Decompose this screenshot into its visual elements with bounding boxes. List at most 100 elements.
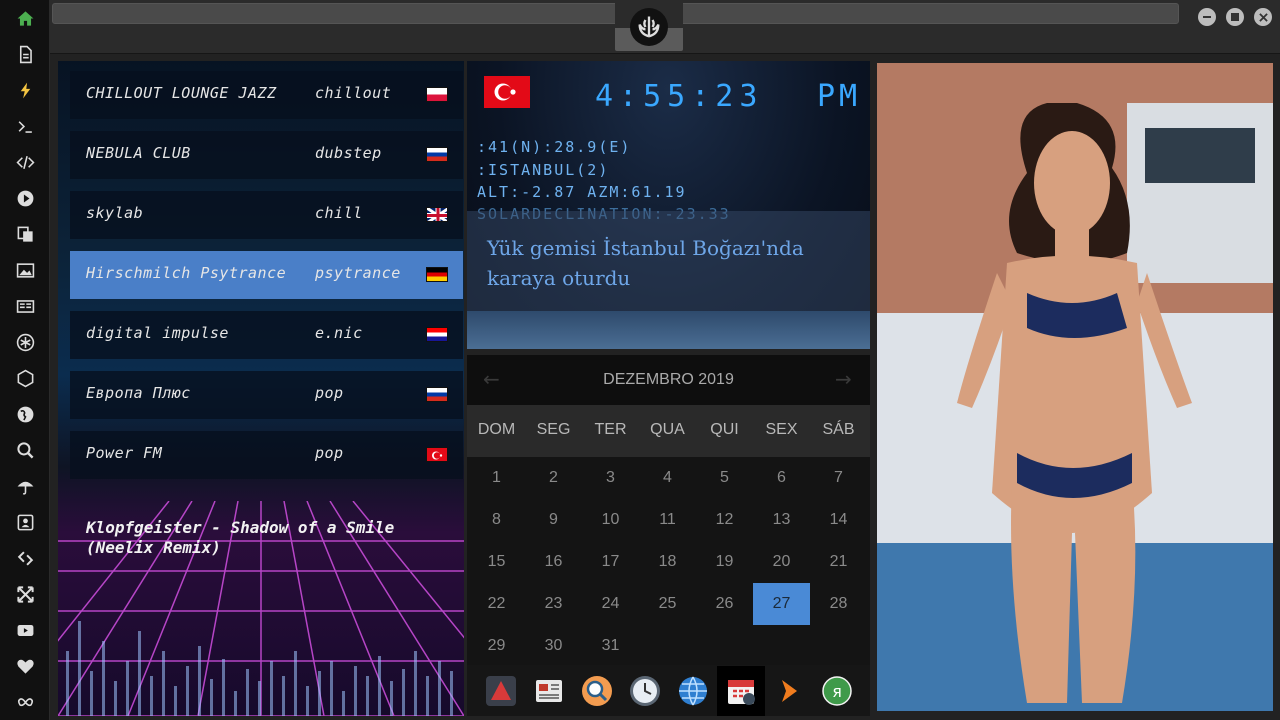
news-card[interactable]: Yük gemisi İstanbul Boğazı'nda karaya ot… bbox=[467, 211, 870, 311]
triangle-app-icon[interactable] bbox=[481, 671, 521, 711]
calendar-weekdays: DOM SEG TER QUA QUI SEX SÁB bbox=[467, 405, 870, 457]
calendar-day[interactable]: 17 bbox=[582, 541, 639, 583]
station-row[interactable]: Power FM pop bbox=[70, 431, 463, 479]
station-row[interactable]: Европа Плюс pop bbox=[70, 371, 463, 419]
calendar-day[interactable]: 29 bbox=[468, 625, 525, 667]
croatia-flag-icon bbox=[426, 327, 448, 342]
minimize-button[interactable] bbox=[1198, 8, 1216, 26]
maximize-button[interactable] bbox=[1226, 8, 1244, 26]
calendar-day[interactable]: 23 bbox=[525, 583, 582, 625]
yandex-icon[interactable]: я bbox=[817, 671, 857, 711]
calendar-day[interactable]: 3 bbox=[582, 457, 639, 499]
calendar-next-button[interactable]: → bbox=[835, 367, 852, 391]
sun-altitude-text: ALT:-2.87 AZM:61.19 bbox=[477, 183, 687, 201]
link-icon[interactable] bbox=[13, 546, 37, 570]
calendar-day[interactable]: 20 bbox=[753, 541, 810, 583]
calendar-day[interactable]: 15 bbox=[468, 541, 525, 583]
station-name: digital impulse bbox=[86, 324, 229, 342]
calendar-day[interactable]: 11 bbox=[639, 499, 696, 541]
document-icon[interactable] bbox=[13, 42, 37, 66]
translate-icon[interactable] bbox=[13, 222, 37, 246]
search-app-icon[interactable] bbox=[577, 671, 617, 711]
calendar-day[interactable]: 13 bbox=[753, 499, 810, 541]
close-button[interactable] bbox=[1254, 8, 1272, 26]
news-reader-icon[interactable] bbox=[529, 671, 569, 711]
app-dock: я bbox=[467, 665, 870, 716]
calendar-month-title: DEZEMBRO 2019 bbox=[603, 371, 734, 388]
turkey-flag-icon bbox=[484, 76, 530, 108]
calendar-day[interactable]: 19 bbox=[696, 541, 753, 583]
wallpaper-photo bbox=[877, 63, 1273, 711]
rebel-emblem-icon[interactable] bbox=[13, 330, 37, 354]
expand-icon[interactable] bbox=[13, 582, 37, 606]
heart-icon[interactable] bbox=[13, 654, 37, 678]
weekday-label: QUA bbox=[650, 421, 685, 438]
search-icon[interactable] bbox=[13, 438, 37, 462]
clock-app-icon[interactable] bbox=[625, 671, 665, 711]
calendar-app-icon[interactable] bbox=[717, 666, 765, 716]
station-row[interactable]: skylab chill bbox=[70, 191, 463, 239]
bolt-icon[interactable] bbox=[13, 78, 37, 102]
terminal-icon[interactable] bbox=[13, 114, 37, 138]
code-icon[interactable] bbox=[13, 150, 37, 174]
globe-icon[interactable] bbox=[13, 402, 37, 426]
poland-flag-icon bbox=[426, 87, 448, 102]
news-icon[interactable] bbox=[13, 294, 37, 318]
hexagon-icon[interactable] bbox=[13, 366, 37, 390]
calendar-day[interactable]: 8 bbox=[468, 499, 525, 541]
home-icon[interactable] bbox=[13, 6, 37, 30]
calendar-day[interactable]: 12 bbox=[696, 499, 753, 541]
station-row-active[interactable]: Hirschmilch Psytrance psytrance bbox=[70, 251, 463, 299]
now-playing-title: Klopfgeister - Shadow of a Smile (Neelix… bbox=[86, 518, 395, 557]
calendar-day[interactable]: 4 bbox=[639, 457, 696, 499]
calendar-day[interactable]: 6 bbox=[753, 457, 810, 499]
news-headline[interactable]: Yük gemisi İstanbul Boğazı'nda karaya ot… bbox=[487, 233, 857, 293]
desktop: CHILLOUT LOUNGE JAZZ chillout NEBULA CLU… bbox=[0, 0, 1280, 720]
top-bar bbox=[50, 0, 1280, 54]
contacts-icon[interactable] bbox=[13, 510, 37, 534]
calendar-day[interactable]: 14 bbox=[810, 499, 867, 541]
weekday-label: SÁB bbox=[822, 421, 855, 438]
calendar-day[interactable]: 1 bbox=[468, 457, 525, 499]
station-row[interactable]: digital impulse e.nic bbox=[70, 311, 463, 359]
station-row[interactable]: CHILLOUT LOUNGE JAZZ chillout bbox=[70, 71, 463, 119]
weekday-label: SEX bbox=[765, 421, 798, 438]
arrow-app-icon[interactable] bbox=[769, 671, 809, 711]
coordinates-text: :41(N):28.9(E) bbox=[477, 138, 632, 156]
calendar-day[interactable]: 7 bbox=[810, 457, 867, 499]
radio-panel: CHILLOUT LOUNGE JAZZ chillout NEBULA CLU… bbox=[58, 61, 464, 716]
russia-flag-icon bbox=[426, 147, 448, 162]
station-name: NEBULA CLUB bbox=[86, 144, 191, 162]
calendar-day[interactable]: 26 bbox=[696, 583, 753, 625]
play-icon[interactable] bbox=[13, 186, 37, 210]
image-icon[interactable] bbox=[13, 258, 37, 282]
calendar-day[interactable]: 22 bbox=[468, 583, 525, 625]
clock-panel: 4:55:23 PM :41(N):28.9(E) :ISTANBUL(2) A… bbox=[467, 61, 870, 349]
umbrella-icon[interactable] bbox=[13, 474, 37, 498]
calendar-day[interactable]: 30 bbox=[525, 625, 582, 667]
browser-globe-icon[interactable] bbox=[673, 671, 713, 711]
calendar-day[interactable]: 28 bbox=[810, 583, 867, 625]
calendar-day[interactable]: 2 bbox=[525, 457, 582, 499]
calendar-day[interactable]: 24 bbox=[582, 583, 639, 625]
rebel-alliance-logo[interactable] bbox=[630, 8, 668, 46]
calendar-day[interactable]: 25 bbox=[639, 583, 696, 625]
calendar-day[interactable]: 18 bbox=[639, 541, 696, 583]
station-row[interactable]: NEBULA CLUB dubstep bbox=[70, 131, 463, 179]
youtube-icon[interactable] bbox=[13, 618, 37, 642]
weekday-label: QUI bbox=[710, 421, 739, 438]
weekday-label: DOM bbox=[477, 421, 516, 438]
infinity-icon[interactable] bbox=[13, 690, 37, 714]
station-genre: dubstep bbox=[315, 144, 382, 162]
calendar-day[interactable]: 9 bbox=[525, 499, 582, 541]
russia-flag-icon bbox=[426, 387, 448, 402]
calendar-day[interactable]: 16 bbox=[525, 541, 582, 583]
station-name: CHILLOUT LOUNGE JAZZ bbox=[86, 84, 277, 102]
calendar-day[interactable]: 21 bbox=[810, 541, 867, 583]
calendar-day[interactable]: 31 bbox=[582, 625, 639, 667]
calendar-day-today[interactable]: 27 bbox=[753, 583, 810, 625]
calendar-day[interactable]: 5 bbox=[696, 457, 753, 499]
station-genre: psytrance bbox=[315, 264, 401, 282]
calendar-day[interactable]: 10 bbox=[582, 499, 639, 541]
united-kingdom-flag-icon bbox=[426, 207, 448, 222]
